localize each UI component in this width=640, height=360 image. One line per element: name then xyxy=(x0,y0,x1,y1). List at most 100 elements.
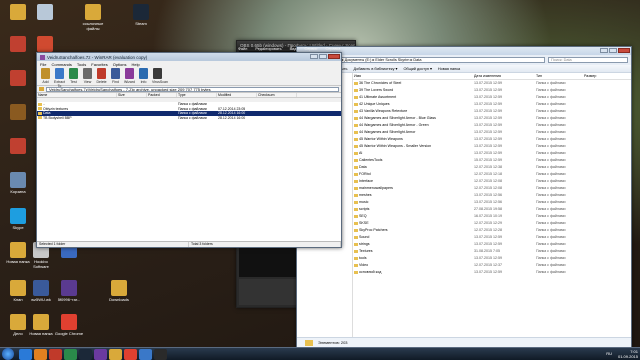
taskbar-app-button[interactable] xyxy=(94,348,107,360)
taskbar-app-button[interactable] xyxy=(109,348,122,360)
desktop-icon[interactable]: wz5WU.wk xyxy=(26,280,56,302)
list-item[interactable]: CalientesTools 15.07.2015 12:59 Папка с фа… xyxy=(353,157,631,164)
desktop-icon[interactable]: Новая папка xyxy=(26,314,56,336)
winrar-titlebar[interactable]: VeidruSanchalfoes.7z - WinRAR (evaluatio… xyxy=(37,53,341,61)
table-row[interactable]: TB Bodyshell BBP Папка с файлами 28.12.201… xyxy=(37,116,341,121)
toolbar-button-test[interactable]: Test xyxy=(68,68,79,84)
list-item[interactable]: SKSE 12.07.2015 12:29 Папка с файлами xyxy=(353,220,631,227)
list-item[interactable]: 43 Vanilla Weapons Retexture 13.07.2015 1… xyxy=(353,108,631,115)
list-item[interactable]: strings 13.07.2015 12:59 Папка с файлами xyxy=(353,241,631,248)
language-indicator[interactable]: RU xyxy=(606,351,612,356)
toolbar-button-extract-to[interactable]: Extract To xyxy=(54,68,65,88)
breadcrumb[interactable]: Компьютер ▸ Документы (E:) ▸ Elder Scrol… xyxy=(318,57,545,63)
path-field[interactable]: VeidruSanchalfoes.7z\VeidruSanchalfoes -… xyxy=(46,86,339,92)
list-item[interactable]: 39 The Lovers Sword 13.07.2015 12:59 Папка… xyxy=(353,87,631,94)
desktop-icon[interactable] xyxy=(3,104,33,121)
close-button[interactable] xyxy=(328,54,340,59)
desktop-icon[interactable] xyxy=(3,70,33,87)
column-header-item[interactable]: Тип xyxy=(535,73,583,79)
taskbar-app-button[interactable] xyxy=(34,348,47,360)
minimize-button[interactable] xyxy=(600,48,608,53)
file-list[interactable]: .. Папка с файлами Oblyzin textures Папка с… xyxy=(37,102,341,241)
command-button[interactable]: Новая папка xyxy=(438,67,460,71)
column-packed[interactable]: Packed xyxy=(147,93,177,97)
list-item[interactable]: Data 12.07.2015 12:38 Папка с файлами xyxy=(353,164,631,171)
toolbar-button-find[interactable]: Find xyxy=(110,68,121,84)
list-item[interactable]: Sound 13.07.2015 12:59 Папка с файлами xyxy=(353,234,631,241)
toolbar-button-info[interactable]: Info xyxy=(138,68,149,84)
menu-item[interactable]: Help xyxy=(132,62,140,67)
column-checksum[interactable]: Checksum xyxy=(257,93,297,97)
desktop-icon[interactable]: Корзина xyxy=(3,172,33,194)
desktop-icon[interactable]: ссылочные файлы xyxy=(78,4,108,31)
list-item[interactable]: 44 Wargames and Silverlight Armor - Blue… xyxy=(353,115,631,122)
desktop-icon[interactable]: Google Chrome xyxy=(54,314,84,336)
list-item[interactable]: FORbd 12.07.2015 12:18 Папка с файлами xyxy=(353,171,631,178)
taskbar-app-button[interactable] xyxy=(154,348,167,360)
command-button[interactable]: Добавить в библиотеку ▾ xyxy=(353,66,397,71)
desktop-icon[interactable]: 5f0996~rar... xyxy=(54,280,84,302)
explorer-window[interactable]: Компьютер ▸ Документы (E:) ▸ Elder Scrol… xyxy=(296,46,632,348)
list-item[interactable]: scripts 27.08.2015 19:58 Папка с файлами xyxy=(353,206,631,213)
list-item[interactable]: основной код 13.07.2015 12:59 Папка с файл… xyxy=(353,269,631,276)
maximize-button[interactable] xyxy=(319,54,327,59)
list-item[interactable]: 45 Warrior Within Weapons 13.07.2015 12:5… xyxy=(353,136,631,143)
taskbar-app-button[interactable] xyxy=(49,348,62,360)
menu-item[interactable]: Options xyxy=(113,62,127,67)
column-header-item[interactable]: Дата изменения xyxy=(473,73,535,79)
list-item[interactable]: Textures 31.08.2015 7:05 Папка с файлами xyxy=(353,248,631,255)
toolbar-button-add[interactable]: Add xyxy=(40,68,51,84)
minimize-button[interactable] xyxy=(310,54,318,59)
clock-date[interactable]: 01.09.2015 xyxy=(618,354,638,359)
list-item[interactable]: AI 13.07.2015 12:59 Папка с файлами xyxy=(353,150,631,157)
menu-item[interactable]: Tools xyxy=(77,62,86,67)
desktop-icon[interactable] xyxy=(30,4,60,21)
list-item[interactable]: music 13.07.2015 12:56 Папка с файлами xyxy=(353,199,631,206)
desktop-icon[interactable] xyxy=(3,4,33,21)
taskbar-app-button[interactable] xyxy=(19,348,32,360)
menu-item[interactable]: Favorites xyxy=(91,62,107,67)
taskbar-app-button[interactable] xyxy=(64,348,77,360)
taskbar-app-button[interactable] xyxy=(124,348,137,360)
desktop-icon[interactable]: Skype xyxy=(3,208,33,230)
column-modified[interactable]: Modified xyxy=(217,93,257,97)
taskbar-app-button[interactable] xyxy=(139,348,152,360)
list-item[interactable]: 44 Wargames and Silverlight Armor 13.07.2… xyxy=(353,129,631,136)
desktop-icon[interactable] xyxy=(3,138,33,155)
list-item[interactable]: 36 The Chronicles of Steel 13.07.2015 12:… xyxy=(353,80,631,87)
column-name[interactable]: Name xyxy=(37,93,117,97)
start-button[interactable] xyxy=(2,348,14,360)
list-item[interactable]: 44 Wargames and Silverlight Armor - Gree… xyxy=(353,122,631,129)
toolbar-button-wizard[interactable]: Wizard xyxy=(124,68,135,84)
list-item[interactable]: SkyProc Patchers 12.07.2015 12:28 Папка с … xyxy=(353,227,631,234)
maximize-button[interactable] xyxy=(609,48,617,53)
search-input[interactable]: Поиск: Data xyxy=(548,57,628,63)
column-type[interactable]: Type xyxy=(177,93,217,97)
desktop-icon[interactable]: Steam xyxy=(126,4,156,26)
desktop-icon[interactable] xyxy=(30,36,60,53)
toolbar-button-delete[interactable]: Delete xyxy=(96,68,107,84)
desktop-icon[interactable]: Downloads xyxy=(104,280,134,302)
desktop-icon[interactable] xyxy=(3,36,33,53)
list-item[interactable]: 41 Ultimate Assortment 13.07.2015 12:59 Па… xyxy=(353,94,631,101)
close-button[interactable] xyxy=(618,48,630,53)
list-item[interactable]: 45 Warrior Within Weapons - Smaller Vers… xyxy=(353,143,631,150)
list-item[interactable]: tools 13.07.2015 12:59 Папка с файлами xyxy=(353,255,631,262)
menu-item[interactable]: File xyxy=(40,62,46,67)
list-item[interactable]: Interface 12.07.2015 12:08 Папка с файлами xyxy=(353,178,631,185)
list-item[interactable]: mainmenuwallpapers 12.07.2015 12:08 Папка … xyxy=(353,185,631,192)
up-folder-icon[interactable] xyxy=(39,87,44,91)
taskbar-app-button[interactable] xyxy=(79,348,92,360)
toolbar-button-view[interactable]: View xyxy=(82,68,93,84)
menu-item[interactable]: Commands xyxy=(51,62,71,67)
explorer-titlebar[interactable] xyxy=(297,47,631,55)
column-header-item[interactable]: Имя xyxy=(353,73,473,79)
toolbar-button-virusscan[interactable]: VirusScan xyxy=(152,68,168,84)
list-item[interactable]: 42 Unique Uniques 13.07.2015 12:59 Папка с… xyxy=(353,101,631,108)
command-button[interactable]: Общий доступ ▾ xyxy=(403,66,431,71)
list-item[interactable]: SEQ 16.07.2015 10:19 Папка с файлами xyxy=(353,213,631,220)
column-header-item[interactable]: Размер xyxy=(583,73,623,79)
winrar-window[interactable]: VeidruSanchalfoes.7z - WinRAR (evaluatio… xyxy=(36,52,342,248)
list-item[interactable]: Video 12.07.2015 12:37 Папка с файлами xyxy=(353,262,631,269)
column-size[interactable]: Size xyxy=(117,93,147,97)
